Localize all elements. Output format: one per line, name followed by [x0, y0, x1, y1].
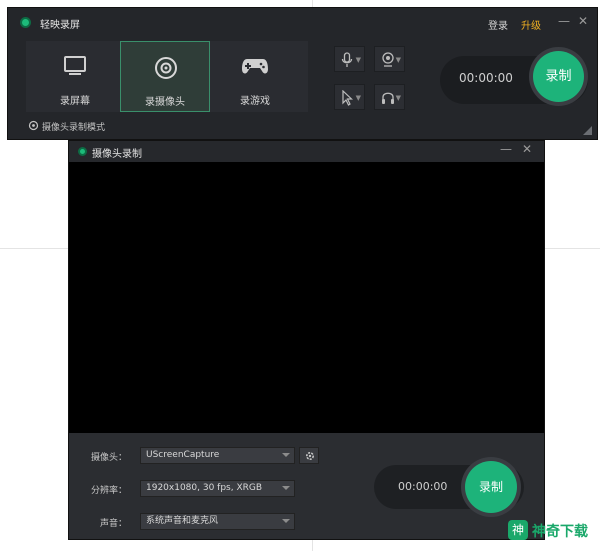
minimize-icon[interactable]: —	[499, 142, 513, 156]
title-bar: 轻映录屏 登录 升级 — ✕	[8, 8, 597, 36]
chevron-down-icon: ▼	[395, 56, 401, 64]
chevron-down-icon	[282, 519, 290, 523]
camera-preview	[69, 162, 544, 433]
resolution-select[interactable]: 1920x1080, 30 fps, XRGB	[140, 480, 295, 497]
camera-settings-button[interactable]	[299, 447, 319, 464]
watermark-logo: 神	[508, 520, 528, 540]
camera-window-title: 摄像头录制	[92, 149, 142, 160]
app-logo-icon	[20, 17, 31, 28]
audio-select[interactable]: 系统声音和麦克风	[140, 513, 295, 530]
app-title: 轻映录屏	[40, 20, 80, 31]
cursor-icon	[342, 90, 353, 106]
camera-record-button[interactable]: 录制	[465, 461, 517, 513]
headphones-button[interactable]: ▼	[374, 84, 405, 110]
camera-recording-timer: 00:00:00	[398, 480, 448, 493]
close-icon[interactable]: ✕	[520, 142, 534, 156]
minimize-icon[interactable]: —	[557, 14, 571, 28]
webcam-icon	[382, 52, 394, 67]
login-link[interactable]: 登录	[488, 17, 508, 32]
mode-label: 录游戏	[240, 96, 270, 107]
audio-select-value: 系统声音和麦克风	[146, 516, 219, 526]
chevron-down-icon: ▼	[395, 94, 401, 102]
close-icon[interactable]: ✕	[576, 14, 590, 28]
upgrade-link[interactable]: 升级	[521, 17, 541, 32]
mode-tip-text: 摄像头录制模式	[42, 123, 106, 133]
camera-label: 摄像头：	[90, 453, 127, 463]
cursor-button[interactable]: ▼	[334, 84, 365, 110]
camera-lens-icon	[155, 57, 177, 79]
webcam-button[interactable]: ▼	[374, 46, 405, 72]
resize-grip-icon[interactable]	[583, 126, 592, 135]
camera-recording-window: 摄像头录制 — ✕ 摄像头： UScreenCapture 分辨率： 1920x…	[68, 140, 545, 540]
resolution-label: 分辨率：	[90, 486, 127, 496]
app-logo-icon	[78, 147, 87, 156]
recording-timer: 00:00:00	[459, 71, 513, 85]
camera-select-value: UScreenCapture	[146, 450, 220, 460]
gear-icon	[305, 451, 315, 461]
mode-selector: 录屏幕 录摄像头 录游戏	[26, 41, 308, 112]
mode-record-game[interactable]: 录游戏	[210, 41, 300, 112]
mode-record-screen[interactable]: 录屏幕	[30, 41, 120, 112]
record-button[interactable]: 录制	[533, 51, 584, 102]
chevron-down-icon	[282, 453, 290, 457]
headphones-icon	[382, 92, 394, 104]
camera-title-bar: 摄像头录制 — ✕	[69, 141, 544, 162]
watermark-text: 神奇下载	[532, 524, 588, 540]
mode-record-camera[interactable]: 录摄像头	[120, 41, 210, 112]
audio-label: 声音：	[99, 519, 127, 529]
camera-settings-panel: 摄像头： UScreenCapture 分辨率： 1920x1080, 30 f…	[69, 433, 544, 539]
gamepad-icon	[242, 59, 268, 74]
microphone-icon	[341, 52, 353, 67]
mode-label: 录摄像头	[145, 97, 185, 108]
main-recorder-window: 轻映录屏 登录 升级 — ✕ 录屏幕 录摄像头 录游戏 ▼ ▼ ▼ ▼ 00:0…	[7, 7, 598, 140]
camera-select[interactable]: UScreenCapture	[140, 447, 295, 464]
target-icon	[28, 120, 39, 131]
chevron-down-icon	[282, 486, 290, 490]
mode-label: 录屏幕	[60, 96, 90, 107]
microphone-button[interactable]: ▼	[334, 46, 365, 72]
chevron-down-icon: ▼	[355, 56, 361, 64]
chevron-down-icon: ▼	[355, 94, 361, 102]
monitor-icon	[64, 56, 86, 75]
resolution-select-value: 1920x1080, 30 fps, XRGB	[146, 483, 263, 493]
